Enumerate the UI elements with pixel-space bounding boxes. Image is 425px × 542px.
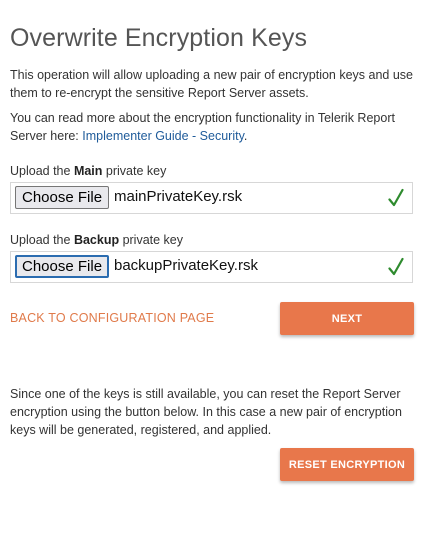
backup-key-choose-file-button[interactable]: Choose File (15, 255, 110, 278)
reset-info-text: Since one of the keys is still available… (10, 387, 402, 437)
main-key-label-prefix: Upload the (10, 164, 74, 178)
backup-key-label-prefix: Upload the (10, 233, 74, 247)
page-title: Overwrite Encryption Keys (10, 24, 308, 52)
backup-key-label-suffix: private key (119, 233, 184, 247)
back-to-configuration-link[interactable]: BACK TO CONFIGURATION PAGE (10, 311, 214, 325)
main-key-label-suffix: private key (102, 164, 167, 178)
backup-key-file-name: backupPrivateKey.rsk (114, 257, 258, 274)
intro-text: This operation will allow uploading a ne… (10, 68, 414, 100)
implementer-guide-link[interactable]: Implementer Guide - Security (82, 129, 244, 143)
more-info-suffix: . (243, 129, 248, 143)
main-key-label-bold: Main (73, 164, 103, 178)
reset-encryption-button[interactable]: RESET ENCRYPTION (280, 448, 414, 481)
main-key-file-name: mainPrivateKey.rsk (114, 188, 243, 205)
backup-key-label-bold: Backup (73, 233, 120, 247)
backup-key-file-input[interactable]: Choose File backupPrivateKey.rsk (10, 251, 413, 283)
more-info-text: You can read more about the encryption f… (10, 109, 415, 145)
main-key-label: Upload the Main private key (10, 164, 166, 178)
main-key-file-input[interactable]: Choose File mainPrivateKey.rsk (10, 182, 413, 214)
backup-key-label: Upload the Backup private key (10, 233, 183, 247)
check-icon (388, 188, 404, 207)
main-key-choose-file-button[interactable]: Choose File (15, 186, 110, 209)
next-button[interactable]: NEXT (280, 302, 414, 335)
check-icon (388, 257, 404, 276)
